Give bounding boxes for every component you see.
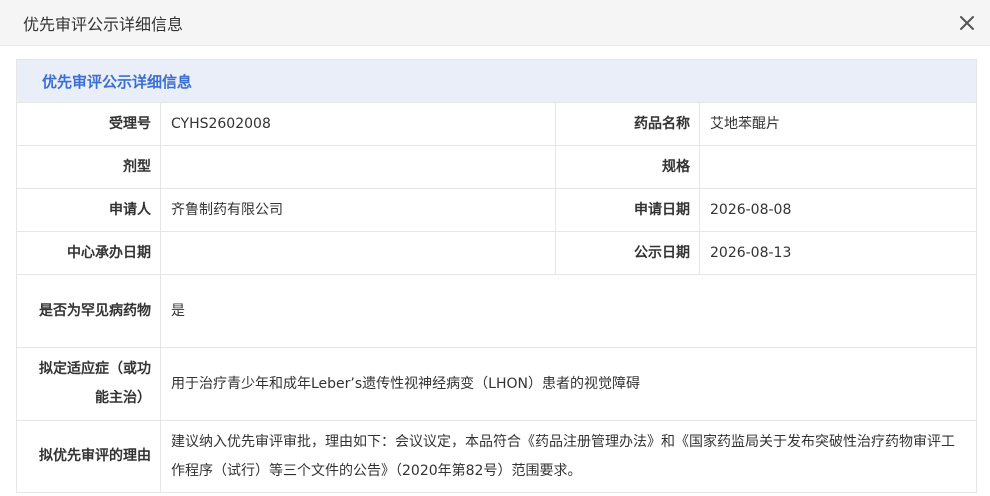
applicant-value: 齐鲁制药有限公司 (160, 188, 556, 232)
dosage-form-value (160, 145, 556, 189)
reason-value: 建议纳入优先审评审批，理由如下：会议议定，本品符合《药品注册管理办法》和《国家药… (159, 420, 978, 493)
close-icon[interactable] (944, 0, 990, 46)
table-row: 中心承办日期 公示日期 2026-08-13 (16, 231, 978, 275)
center-date-label: 中心承办日期 (16, 231, 161, 275)
indication-value: 用于治疗青少年和成年Leber’s遗传性视神经病变（LHON）患者的视觉障碍 (159, 347, 978, 421)
drug-name-value: 艾地苯醌片 (698, 102, 978, 146)
table-row: 受理号 CYHS2602008 药品名称 艾地苯醌片 (16, 102, 978, 146)
rare-disease-label: 是否为罕见病药物 (16, 274, 161, 348)
drug-name-label: 药品名称 (555, 102, 700, 146)
indication-label: 拟定适应症（或功能主治） (16, 347, 161, 421)
close-icon-glyph (960, 15, 974, 30)
table-row: 是否为罕见病药物 是 (16, 274, 978, 348)
section-title: 优先审评公示详细信息 (15, 59, 978, 103)
accept-no-value: CYHS2602008 (160, 102, 556, 146)
dialog-header: 优先审评公示详细信息 (0, 0, 990, 46)
publish-date-value: 2026-08-13 (698, 231, 978, 275)
spec-value (698, 145, 978, 189)
dialog-body: 优先审评公示详细信息 受理号 CYHS2602008 药品名称 艾地苯醌片 剂型… (0, 46, 990, 493)
dosage-form-label: 剂型 (16, 145, 161, 189)
applicant-label: 申请人 (16, 188, 161, 232)
spec-label: 规格 (555, 145, 700, 189)
reason-label: 拟优先审评的理由 (16, 420, 161, 493)
detail-dialog: 优先审评公示详细信息 优先审评公示详细信息 受理号 CYHS2602008 药品… (0, 0, 990, 496)
table-row: 拟定适应症（或功能主治） 用于治疗青少年和成年Leber’s遗传性视神经病变（L… (16, 347, 978, 421)
table-row: 申请人 齐鲁制药有限公司 申请日期 2026-08-08 (16, 188, 978, 232)
detail-table: 优先审评公示详细信息 受理号 CYHS2602008 药品名称 艾地苯醌片 剂型… (15, 59, 978, 493)
table-row: 拟优先审评的理由 建议纳入优先审评审批，理由如下：会议议定，本品符合《药品注册管… (16, 420, 978, 493)
center-date-value (160, 231, 556, 275)
apply-date-value: 2026-08-08 (698, 188, 978, 232)
table-row: 剂型 规格 (16, 145, 978, 189)
publish-date-label: 公示日期 (555, 231, 700, 275)
accept-no-label: 受理号 (16, 102, 161, 146)
section-header-row: 优先审评公示详细信息 (15, 59, 978, 103)
apply-date-label: 申请日期 (555, 188, 700, 232)
rare-disease-value: 是 (159, 274, 978, 348)
dialog-title: 优先审评公示详细信息 (23, 14, 184, 34)
